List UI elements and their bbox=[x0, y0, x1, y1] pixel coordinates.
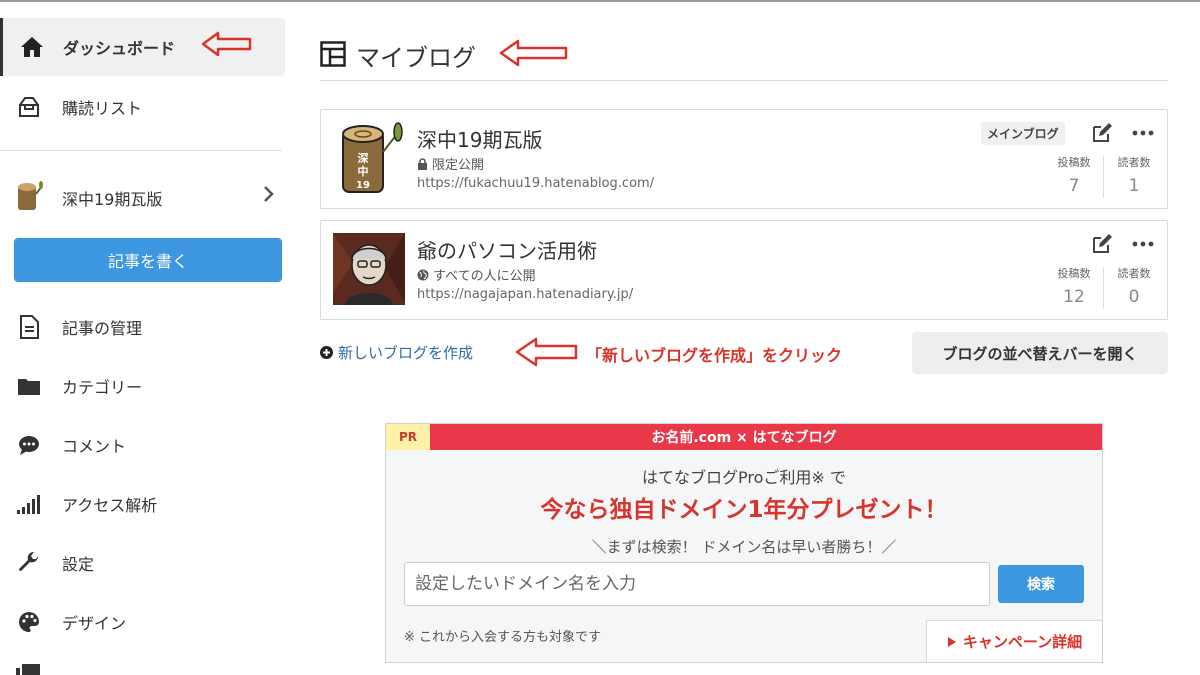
post-count-stat: 投稿数 12 bbox=[1049, 265, 1099, 307]
blog-avatar bbox=[14, 180, 44, 212]
write-article-button[interactable]: 記事を書く bbox=[14, 238, 282, 282]
ad-intro-text: はてなブログProご利用※ で bbox=[642, 468, 846, 487]
sidebar-item-label: デザイン bbox=[62, 614, 127, 633]
blog-visibility: 限定公開 bbox=[417, 154, 484, 173]
sidebar-item-label: 設定 bbox=[62, 555, 95, 574]
blog-visibility-label: すべての人に公開 bbox=[433, 269, 536, 284]
globe-icon bbox=[417, 269, 429, 280]
edit-icon[interactable] bbox=[1091, 122, 1113, 144]
sidebar-item-settings[interactable]: 設定 bbox=[0, 534, 282, 592]
post-count-value: 7 bbox=[1068, 176, 1080, 196]
page-header: マイブログ bbox=[320, 32, 1168, 81]
instruction-annotation: 「新しいブログを作成」をクリック bbox=[586, 346, 843, 365]
lock-icon bbox=[418, 157, 427, 170]
page-title: マイブログ bbox=[356, 44, 476, 72]
palette-icon bbox=[16, 609, 42, 635]
sidebar: ダッシュボード 購読リスト 深中19期瓦版 記事を書く 記事の管理 カテゴリー bbox=[0, 0, 300, 675]
post-count-stat: 投稿数 7 bbox=[1049, 154, 1099, 196]
reader-count-stat: 読者数 1 bbox=[1109, 154, 1159, 196]
sidebar-divider bbox=[0, 150, 282, 151]
chevron-right-icon bbox=[264, 186, 274, 202]
ad-headline: 今なら独自ドメイン1年分プレゼント！ bbox=[540, 497, 948, 523]
reader-count-stat: 読者数 0 bbox=[1109, 265, 1159, 307]
dashboard-layout-icon bbox=[320, 41, 346, 67]
pr-badge: PR bbox=[386, 424, 430, 450]
sidebar-item-label: コメント bbox=[62, 437, 127, 456]
sidebar-item-label: 購読リスト bbox=[62, 99, 143, 118]
blog-name[interactable]: 爺のパソコン活用術 bbox=[417, 235, 597, 264]
blog-url[interactable]: https://fukachuu19.hatenablog.com/ bbox=[417, 176, 654, 191]
wrench-icon bbox=[16, 550, 42, 576]
stat-separator bbox=[1103, 156, 1104, 198]
document-icon bbox=[16, 314, 42, 340]
create-new-blog-label: 新しいブログを作成 bbox=[338, 344, 474, 362]
stat-separator bbox=[1103, 267, 1104, 309]
svg-text:19: 19 bbox=[356, 180, 370, 191]
reader-count-label: 読者数 bbox=[1117, 156, 1151, 169]
sidebar-item-label: カテゴリー bbox=[62, 378, 143, 397]
sidebar-item-label: 記事の管理 bbox=[62, 319, 143, 338]
blog-switcher[interactable]: 深中19期瓦版 bbox=[0, 168, 282, 222]
bar-chart-icon bbox=[16, 491, 42, 517]
ad-header-text: お名前.com × はてなブログ bbox=[651, 430, 837, 446]
home-icon bbox=[19, 34, 45, 60]
partially-visible-menu-icon bbox=[16, 664, 40, 675]
svg-text:中: 中 bbox=[358, 164, 369, 178]
blog-url[interactable]: https://nagajapan.hatenadiary.jp/ bbox=[417, 287, 633, 302]
blog-thumbnail bbox=[333, 233, 405, 305]
sidebar-item-label: ダッシュボード bbox=[63, 39, 176, 58]
red-arrow-annotation-icon bbox=[499, 39, 568, 67]
open-blog-sort-bar-button[interactable]: ブログの並べ替えバーを開く bbox=[912, 332, 1168, 374]
blog-visibility-label: 限定公開 bbox=[432, 158, 485, 173]
ad-header: お名前.com × はてなブログ PR bbox=[386, 424, 1102, 450]
sidebar-item-category[interactable]: カテゴリー bbox=[0, 357, 282, 415]
red-arrow-annotation-icon bbox=[515, 337, 578, 367]
reader-count-value: 0 bbox=[1128, 287, 1140, 307]
blog-card[interactable]: 爺のパソコン活用術 すべての人に公開 https://nagajapan.hat… bbox=[320, 220, 1168, 320]
post-count-value: 12 bbox=[1063, 287, 1085, 307]
blog-name[interactable]: 深中19期瓦版 bbox=[417, 124, 542, 153]
main-blog-badge: メインブログ bbox=[981, 122, 1065, 145]
campaign-details-link[interactable]: キャンペーン詳細 bbox=[926, 620, 1102, 662]
post-count-label: 投稿数 bbox=[1057, 267, 1091, 280]
triangle-right-icon bbox=[947, 636, 956, 647]
sidebar-item-design[interactable]: デザイン bbox=[0, 593, 282, 651]
sidebar-item-subscriptions[interactable]: 購読リスト bbox=[0, 78, 282, 136]
inbox-icon bbox=[16, 94, 42, 120]
red-arrow-annotation-icon bbox=[201, 31, 252, 57]
blog-visibility: すべての人に公開 bbox=[417, 265, 536, 284]
more-options-icon[interactable] bbox=[1131, 233, 1155, 255]
create-new-blog-link[interactable]: 新しいブログを作成 bbox=[320, 342, 473, 363]
reader-count-label: 読者数 bbox=[1117, 267, 1151, 280]
sidebar-item-comments[interactable]: コメント bbox=[0, 416, 282, 474]
comment-icon bbox=[16, 432, 42, 458]
plus-circle-icon bbox=[320, 346, 333, 359]
blog-card[interactable]: 深 中 19 深中19期瓦版 限定公開 https://fukachuu19.h… bbox=[320, 109, 1168, 209]
campaign-details-label: キャンペーン詳細 bbox=[962, 633, 1083, 651]
folder-icon bbox=[16, 373, 42, 399]
sidebar-item-article-management[interactable]: 記事の管理 bbox=[0, 298, 282, 356]
sidebar-item-analytics[interactable]: アクセス解析 bbox=[0, 475, 282, 533]
reader-count-value: 1 bbox=[1128, 176, 1140, 196]
svg-text:深: 深 bbox=[358, 151, 369, 165]
domain-search-input[interactable] bbox=[404, 562, 990, 606]
ad-subtext: ＼まずは検索！ ドメイン名は早い者勝ち！／ bbox=[591, 538, 897, 556]
more-options-icon[interactable] bbox=[1131, 122, 1155, 144]
sidebar-item-label: アクセス解析 bbox=[62, 496, 158, 515]
blog-thumbnail: 深 中 19 bbox=[333, 122, 405, 194]
ad-footnote: ※ これから入会する方も対象です bbox=[404, 630, 602, 645]
blog-switcher-label: 深中19期瓦版 bbox=[62, 190, 163, 209]
edit-icon[interactable] bbox=[1091, 233, 1113, 255]
domain-campaign-ad: お名前.com × はてなブログ PR はてなブログProご利用※ で 今なら独… bbox=[385, 423, 1103, 663]
post-count-label: 投稿数 bbox=[1057, 156, 1091, 169]
domain-search-button[interactable]: 検索 bbox=[998, 565, 1084, 603]
